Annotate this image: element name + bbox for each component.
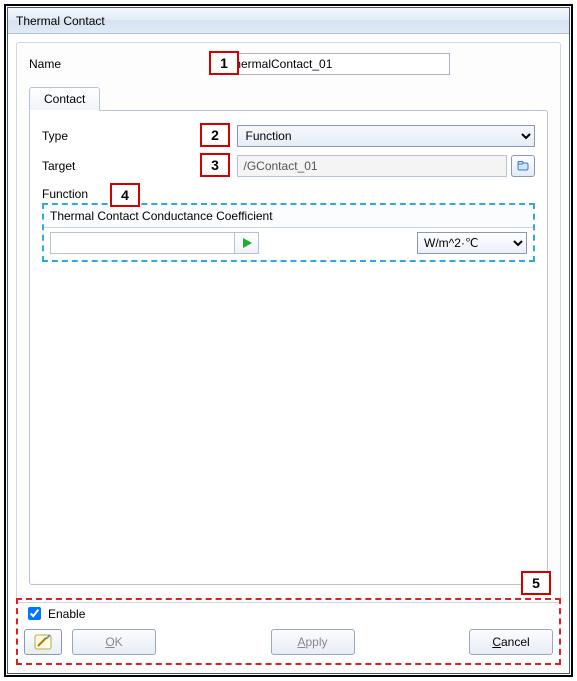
ok-button[interactable]: OK bbox=[72, 629, 156, 655]
callout-5: 5 bbox=[521, 571, 551, 595]
cancel-button[interactable]: Cancel bbox=[469, 629, 553, 655]
coefficient-label: Thermal Contact Conductance Coefficient bbox=[44, 205, 533, 228]
main-panel: Name 1 Contact Type 2 Function bbox=[16, 42, 561, 603]
tab-contact-page: Type 2 Function Target 3 /GContact_01 bbox=[29, 110, 548, 585]
callout-3: 3 bbox=[200, 153, 230, 177]
unit-select[interactable]: W/m^2·℃ bbox=[417, 232, 527, 254]
tab-contact-label: Contact bbox=[44, 92, 85, 106]
titlebar: Thermal Contact bbox=[8, 8, 569, 34]
target-browse-button[interactable] bbox=[511, 155, 535, 177]
target-label: Target bbox=[42, 159, 137, 173]
enable-checkbox[interactable] bbox=[28, 607, 41, 620]
coefficient-input[interactable] bbox=[50, 232, 235, 254]
footer-group: Enable OK Apply Cancel bbox=[16, 598, 561, 665]
play-icon bbox=[241, 237, 253, 249]
callout-2: 2 bbox=[200, 123, 230, 147]
callout-4: 4 bbox=[110, 183, 140, 207]
callout-1: 1 bbox=[209, 51, 239, 75]
target-field: /GContact_01 bbox=[237, 155, 508, 177]
thermal-contact-dialog: Thermal Contact Name 1 Contact Type 2 bbox=[7, 7, 570, 674]
name-input[interactable] bbox=[220, 53, 450, 75]
tab-contact[interactable]: Contact bbox=[29, 87, 100, 111]
name-label: Name bbox=[29, 57, 124, 71]
help-button[interactable] bbox=[24, 629, 62, 655]
edit-icon bbox=[34, 634, 52, 650]
function-label: Function bbox=[42, 187, 88, 201]
enable-label: Enable bbox=[48, 607, 85, 621]
type-select[interactable]: Function bbox=[237, 125, 536, 147]
function-run-button[interactable] bbox=[235, 232, 259, 254]
apply-button[interactable]: Apply bbox=[271, 629, 355, 655]
window-title: Thermal Contact bbox=[16, 14, 105, 28]
browse-icon bbox=[516, 159, 530, 173]
function-group: Thermal Contact Conductance Coefficient … bbox=[42, 203, 535, 262]
type-label: Type bbox=[42, 129, 137, 143]
